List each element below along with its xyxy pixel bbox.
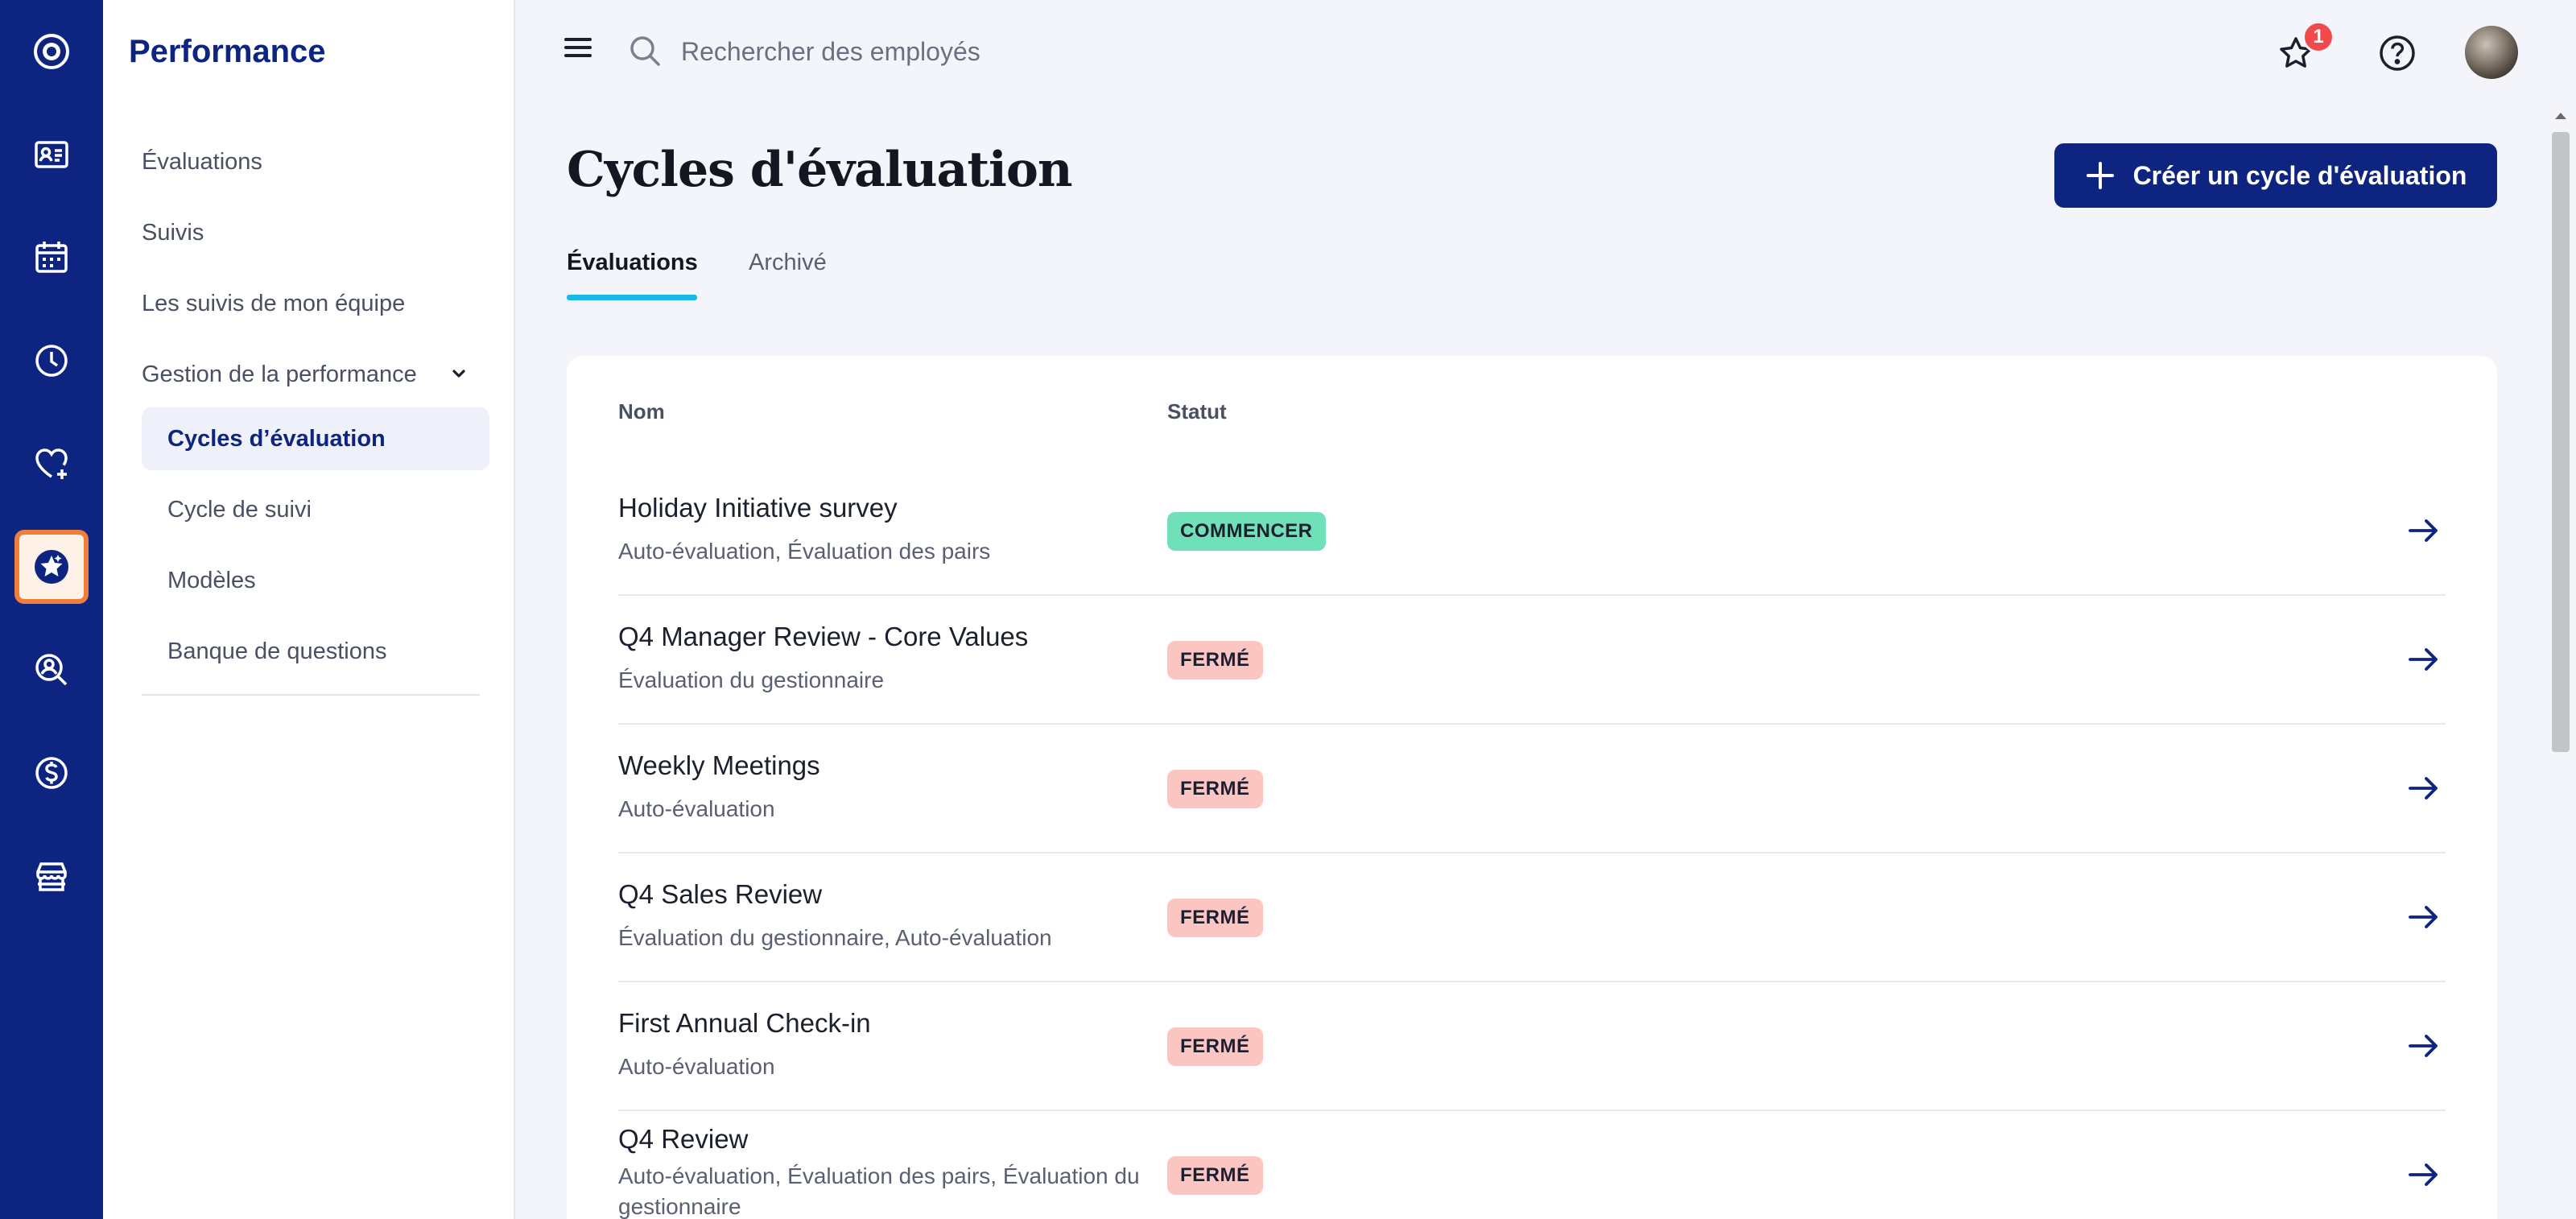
table-row[interactable]: Weekly Meetings Auto-évaluation FERMÉ [618, 725, 2446, 853]
table-row[interactable]: Holiday Initiative survey Auto-évaluatio… [618, 467, 2446, 596]
store-icon[interactable] [14, 839, 89, 913]
cycle-name: Q4 Manager Review - Core Values [618, 622, 1029, 651]
arrow-right-icon[interactable] [2405, 512, 2442, 549]
chevron-down-icon [452, 370, 465, 378]
sidebar-item-label: Cycles d’évaluation [167, 425, 386, 452]
scrollbar-thumb[interactable] [2552, 132, 2570, 752]
status-badge: FERMÉ [1167, 1156, 1263, 1195]
user-avatar[interactable] [2465, 26, 2518, 79]
clock-icon[interactable] [14, 324, 89, 398]
sidebar-item-templates[interactable]: Modèles [142, 549, 489, 612]
cycle-types: Auto-évaluation [618, 796, 775, 821]
cycle-name: Q4 Sales Review [618, 879, 823, 909]
sidebar-item-followup-cycle[interactable]: Cycle de suivi [142, 478, 489, 541]
cycle-types: Auto-évaluation, Évaluation des pairs, É… [618, 1163, 1140, 1219]
cycle-name: Q4 Review [618, 1124, 749, 1154]
cycle-types: Évaluation du gestionnaire, Auto-évaluat… [618, 925, 1052, 950]
icon-rail [0, 0, 103, 1219]
app-logo-icon[interactable] [14, 14, 89, 89]
sidebar-item-label: Modèles [167, 567, 256, 593]
sidebar-item-performance-management[interactable]: Gestion de la performance [142, 343, 489, 406]
create-button-label: Créer un cycle d'évaluation [2132, 160, 2467, 190]
cycle-name: First Annual Check-in [618, 1008, 871, 1038]
cycle-types: Auto-évaluation, Évaluation des pairs [618, 539, 991, 564]
notification-badge: 1 [2302, 21, 2334, 53]
sidebar-item-label: Banque de questions [167, 638, 387, 664]
status-badge: FERMÉ [1167, 641, 1263, 680]
status-badge: COMMENCER [1167, 512, 1326, 551]
star-performance-icon[interactable] [14, 530, 89, 604]
sidebar-item-label: Cycle de suivi [167, 496, 312, 523]
arrow-right-icon[interactable] [2405, 1156, 2442, 1193]
cycle-types: Auto-évaluation [618, 1054, 775, 1079]
performance-sidebar: Performance Évaluations Suivis Les suivi… [103, 0, 515, 1219]
status-badge: FERMÉ [1167, 770, 1263, 808]
page-title: Cycles d'évaluation [567, 142, 1072, 198]
active-tab-indicator [567, 295, 697, 300]
sidebar-item-suivis[interactable]: Suivis [142, 201, 489, 264]
arrow-right-icon[interactable] [2405, 1027, 2442, 1064]
column-header-name: Nom [618, 399, 665, 424]
scroll-up-arrow-icon[interactable] [2552, 108, 2570, 124]
status-badge: FERMÉ [1167, 1027, 1263, 1066]
search-icon [630, 36, 660, 66]
sidebar-item-evaluations[interactable]: Évaluations [142, 130, 489, 193]
sidebar-item-question-bank[interactable]: Banque de questions [142, 620, 489, 683]
arrow-right-icon[interactable] [2405, 899, 2442, 936]
search-input[interactable] [681, 29, 1406, 74]
tab-evaluations[interactable]: Évaluations [567, 250, 698, 276]
cycle-name: Holiday Initiative survey [618, 493, 898, 523]
user-search-icon[interactable] [14, 633, 89, 707]
sidebar-item-evaluation-cycles[interactable]: Cycles d’évaluation [142, 407, 489, 470]
sidebar-divider [142, 694, 480, 696]
cycle-types: Évaluation du gestionnaire [618, 667, 885, 692]
hamburger-menu-icon[interactable] [564, 35, 592, 60]
status-badge: FERMÉ [1167, 899, 1263, 937]
sidebar-item-label: Les suivis de mon équipe [142, 290, 406, 316]
calendar-icon[interactable] [14, 221, 89, 295]
table-row[interactable]: Q4 Review Auto-évaluation, Évaluation de… [618, 1111, 2446, 1219]
dollar-icon[interactable] [14, 736, 89, 810]
create-evaluation-cycle-button[interactable]: Créer un cycle d'évaluation [2054, 143, 2497, 208]
sidebar-item-label: Gestion de la performance [142, 361, 417, 387]
cycle-name: Weekly Meetings [618, 750, 820, 780]
table-row[interactable]: Q4 Sales Review Évaluation du gestionnai… [618, 853, 2446, 982]
arrow-right-icon[interactable] [2405, 770, 2442, 807]
sidebar-item-label: Évaluations [142, 148, 262, 175]
sidebar-title: Performance [129, 34, 326, 69]
table-row[interactable]: Q4 Manager Review - Core Values Évaluati… [618, 596, 2446, 725]
arrow-right-icon[interactable] [2405, 641, 2442, 678]
column-header-status: Statut [1167, 399, 1227, 424]
employee-card-icon[interactable] [14, 118, 89, 192]
table-row[interactable]: First Annual Check-in Auto-évaluation FE… [618, 982, 2446, 1111]
sidebar-item-label: Suivis [142, 219, 204, 246]
sidebar-item-team-followups[interactable]: Les suivis de mon équipe [142, 272, 489, 335]
plus-icon [2086, 162, 2114, 189]
help-icon[interactable] [2375, 31, 2420, 76]
heart-plus-icon[interactable] [14, 427, 89, 501]
tab-archived[interactable]: Archivé [749, 250, 827, 276]
